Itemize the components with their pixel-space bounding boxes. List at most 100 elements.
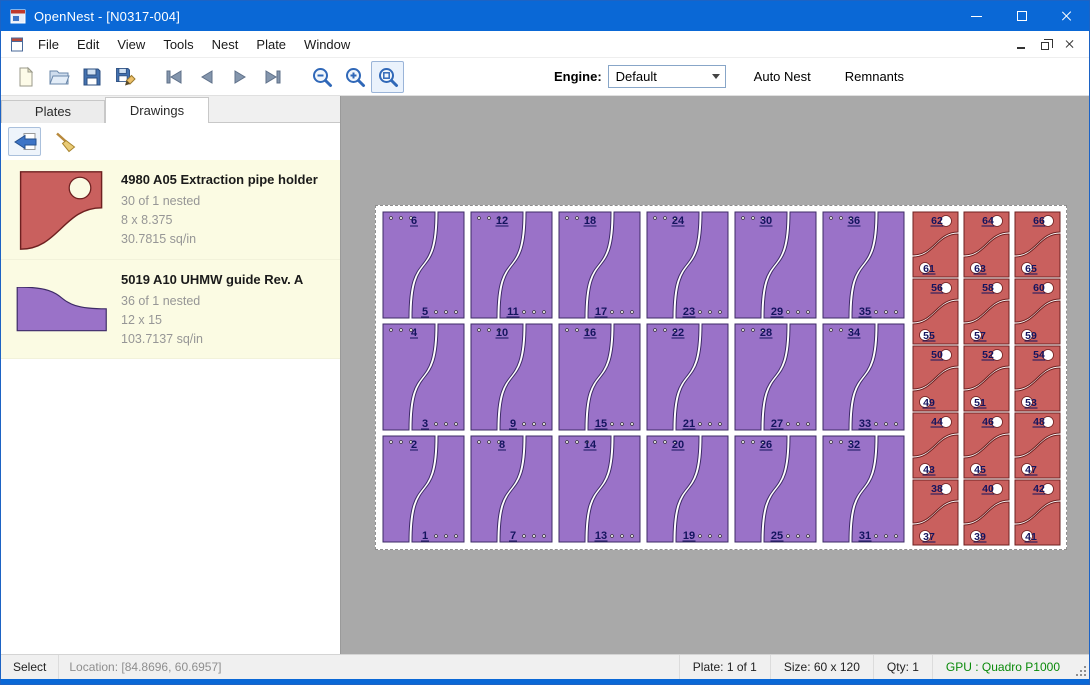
maximize-button[interactable] bbox=[999, 1, 1044, 31]
menu-item-window[interactable]: Window bbox=[295, 32, 359, 57]
drill-hole bbox=[488, 217, 491, 220]
drill-hole bbox=[435, 423, 438, 426]
import-button[interactable] bbox=[8, 127, 41, 156]
engine-select[interactable]: Default bbox=[608, 65, 726, 88]
part-number-label: 19 bbox=[683, 530, 695, 542]
previous-arrow-icon bbox=[196, 66, 218, 88]
drill-hole bbox=[621, 311, 624, 314]
nest-cell: 6261 bbox=[913, 212, 958, 277]
auto-nest-button[interactable]: Auto Nest bbox=[748, 65, 817, 88]
minimize-button[interactable] bbox=[954, 1, 999, 31]
part-number-label: 31 bbox=[859, 530, 871, 542]
menu-bar: File Edit View Tools Nest Plate Window bbox=[1, 31, 1089, 58]
part-number-label: 21 bbox=[683, 418, 695, 430]
drill-hole bbox=[445, 311, 448, 314]
first-button[interactable] bbox=[157, 61, 190, 93]
part-number-label: 45 bbox=[974, 464, 986, 476]
part-number-label: 24 bbox=[672, 215, 685, 227]
menu-item-tools[interactable]: Tools bbox=[154, 32, 202, 57]
part-number-label: 4 bbox=[411, 327, 418, 339]
drill-hole bbox=[895, 311, 898, 314]
zoom-in-button[interactable] bbox=[338, 61, 371, 93]
drill-hole bbox=[885, 423, 888, 426]
part-number-label: 29 bbox=[771, 306, 783, 318]
drill-hole bbox=[719, 423, 722, 426]
toolbar: Engine: Default Auto Nest Remnants bbox=[1, 58, 1089, 96]
status-qty: Qty: 1 bbox=[873, 655, 932, 679]
clean-button[interactable] bbox=[48, 127, 81, 156]
status-location: Location: [84.8696, 60.6957] bbox=[59, 660, 231, 674]
drill-hole bbox=[455, 423, 458, 426]
menu-item-view[interactable]: View bbox=[108, 32, 154, 57]
sidebar-tabs: Plates Drawings bbox=[1, 96, 340, 123]
drill-hole bbox=[566, 441, 569, 444]
zoom-fit-button[interactable] bbox=[371, 61, 404, 93]
nest-cell: 3635 bbox=[823, 212, 904, 318]
import-arrow-icon bbox=[12, 131, 38, 153]
menu-item-edit[interactable]: Edit bbox=[68, 32, 108, 57]
part-number-label: 14 bbox=[584, 439, 597, 451]
drill-hole bbox=[654, 441, 657, 444]
part-number-label: 43 bbox=[923, 464, 935, 476]
nest-cell: 4039 bbox=[964, 480, 1009, 545]
menu-item-file[interactable]: File bbox=[29, 32, 68, 57]
nest-cell: 1413 bbox=[559, 436, 640, 542]
previous-button[interactable] bbox=[190, 61, 223, 93]
next-button[interactable] bbox=[223, 61, 256, 93]
mdi-minimize-button[interactable] bbox=[1009, 31, 1033, 57]
part-number-label: 53 bbox=[1025, 397, 1037, 409]
part-number-label: 61 bbox=[923, 263, 935, 275]
remnants-button[interactable]: Remnants bbox=[839, 65, 910, 88]
mdi-restore-button[interactable] bbox=[1033, 31, 1057, 57]
part-number-label: 64 bbox=[982, 215, 994, 227]
drawing-nested-count: 36 of 1 nested bbox=[121, 292, 303, 311]
part-number-label: 66 bbox=[1033, 215, 1045, 227]
drawing-item[interactable]: 4980 A05 Extraction pipe holder 30 of 1 … bbox=[1, 160, 340, 260]
nest-cell: 43 bbox=[383, 324, 464, 430]
part-number-label: 30 bbox=[760, 215, 772, 227]
save-as-icon bbox=[114, 66, 136, 88]
menu-item-plate[interactable]: Plate bbox=[247, 32, 295, 57]
resize-grip[interactable] bbox=[1073, 655, 1089, 679]
zoom-out-button[interactable] bbox=[305, 61, 338, 93]
save-button[interactable] bbox=[75, 61, 108, 93]
next-arrow-icon bbox=[229, 66, 251, 88]
drill-hole bbox=[566, 217, 569, 220]
tab-plates[interactable]: Plates bbox=[1, 100, 105, 123]
drill-hole bbox=[742, 329, 745, 332]
menu-item-nest[interactable]: Nest bbox=[203, 32, 248, 57]
tab-drawings[interactable]: Drawings bbox=[105, 97, 209, 123]
drill-hole bbox=[631, 311, 634, 314]
drawing-name: 5019 A10 UHMW guide Rev. A bbox=[121, 272, 303, 287]
drill-hole bbox=[719, 535, 722, 538]
mdi-close-button[interactable] bbox=[1057, 31, 1081, 57]
part-number-label: 33 bbox=[859, 418, 871, 430]
part-number-label: 60 bbox=[1033, 282, 1045, 294]
drill-hole bbox=[523, 311, 526, 314]
part-number-label: 50 bbox=[931, 349, 943, 361]
status-bar: Select Location: [84.8696, 60.6957] Plat… bbox=[1, 654, 1089, 679]
drill-hole bbox=[709, 311, 712, 314]
drill-hole bbox=[787, 535, 790, 538]
zoom-out-icon bbox=[311, 66, 333, 88]
drill-hole bbox=[611, 423, 614, 426]
part-number-label: 56 bbox=[931, 282, 943, 294]
part-number-label: 32 bbox=[848, 439, 860, 451]
nest-cell: 5857 bbox=[964, 279, 1009, 344]
maximize-icon bbox=[1017, 11, 1027, 21]
new-button[interactable] bbox=[9, 61, 42, 93]
nest-canvas[interactable]: 6512111817242330293635431091615222128273… bbox=[341, 96, 1089, 654]
drill-hole bbox=[709, 423, 712, 426]
part-number-label: 38 bbox=[931, 483, 943, 495]
save-as-button[interactable] bbox=[108, 61, 141, 93]
drill-hole bbox=[455, 535, 458, 538]
last-button[interactable] bbox=[256, 61, 289, 93]
part-number-label: 6 bbox=[411, 215, 417, 227]
drill-hole bbox=[875, 311, 878, 314]
part-number-label: 63 bbox=[974, 263, 986, 275]
close-button[interactable] bbox=[1044, 1, 1089, 31]
document-icon[interactable] bbox=[10, 37, 24, 52]
drawing-item[interactable]: 5019 A10 UHMW guide Rev. A 36 of 1 neste… bbox=[1, 260, 340, 359]
nest-cell: 2019 bbox=[647, 436, 728, 542]
open-button[interactable] bbox=[42, 61, 75, 93]
